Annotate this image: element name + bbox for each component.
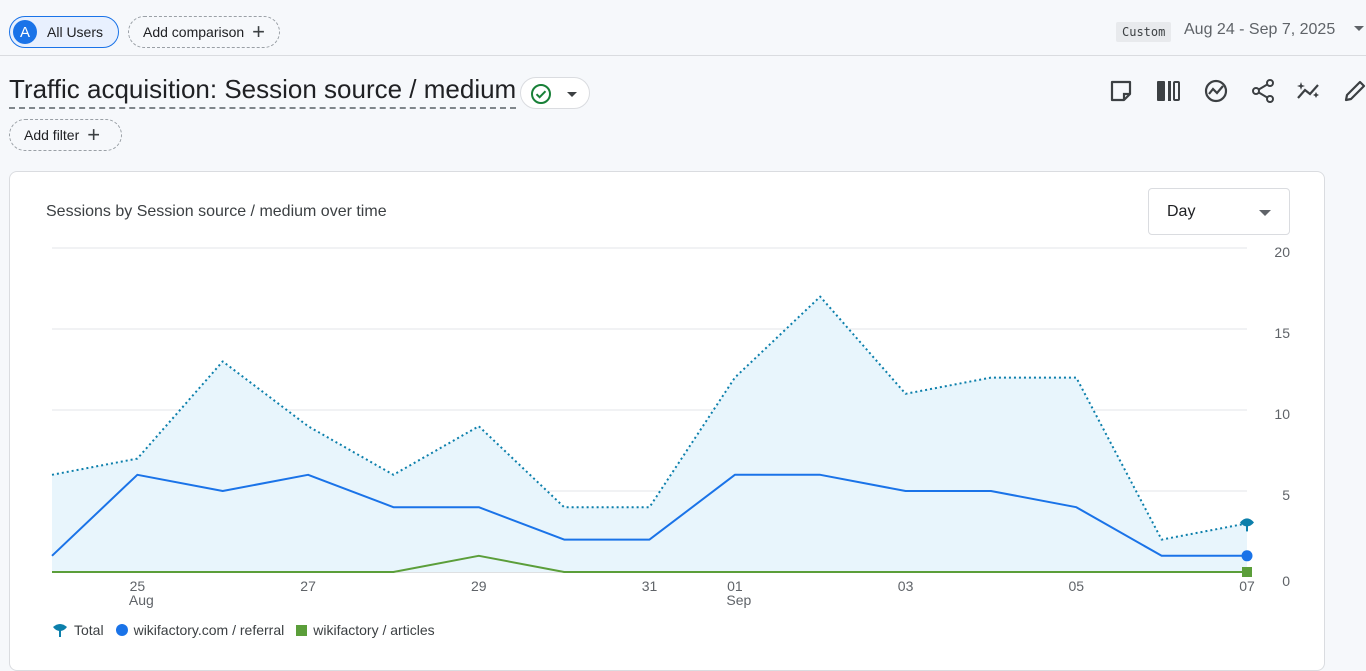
square-marker-icon (296, 624, 308, 636)
articles-end-marker (1242, 567, 1252, 577)
x-tick-label: 05 (1068, 578, 1084, 594)
legend-label: wikifactory / articles (313, 622, 435, 638)
legend-item-total[interactable]: Total (52, 622, 104, 638)
pin-icon (53, 624, 67, 637)
legend-item-referral[interactable]: wikifactory.com / referral (115, 622, 285, 638)
referral-end-marker (1241, 550, 1253, 562)
y-tick-label: 5 (1282, 487, 1290, 503)
total-end-marker-stem (1246, 525, 1248, 532)
x-tick-label: 03 (898, 578, 914, 594)
x-tick-sublabel: Sep (726, 592, 751, 608)
legend-label: Total (74, 622, 104, 638)
chart-legend: Total wikifactory.com / referral wikifac… (52, 622, 447, 638)
circle-marker-icon (115, 624, 128, 636)
x-tick-label: 27 (300, 578, 316, 594)
y-tick-label: 0 (1282, 573, 1290, 589)
x-tick-label: 29 (471, 578, 487, 594)
y-tick-label: 15 (1274, 325, 1290, 341)
legend-item-articles[interactable]: wikifactory / articles (296, 622, 435, 638)
x-tick-label: 07 (1239, 578, 1255, 594)
y-tick-label: 10 (1274, 406, 1290, 422)
y-tick-label: 20 (1274, 244, 1290, 260)
x-tick-label: 31 (642, 578, 658, 594)
x-tick-sublabel: Aug (129, 592, 154, 608)
sessions-line-chart: 0510152025Aug27 29 31 01Sep03 05 07 (51, 244, 1290, 608)
legend-label: wikifactory.com / referral (133, 622, 285, 638)
total-area (52, 296, 1247, 572)
